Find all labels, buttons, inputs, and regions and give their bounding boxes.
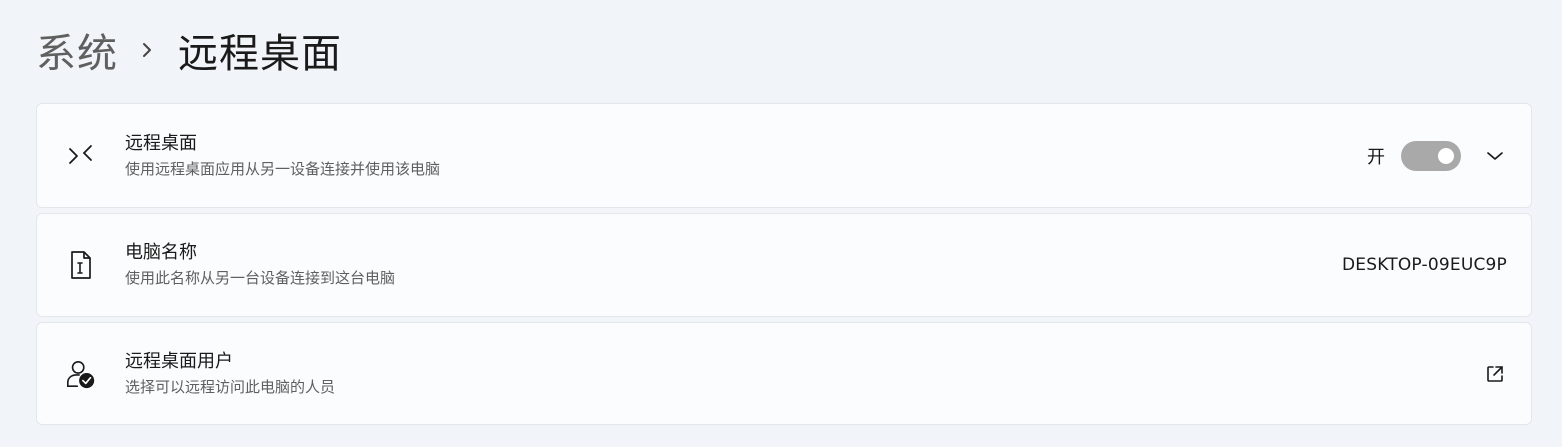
- chevron-right-icon: [140, 40, 154, 60]
- toggle-knob: [1438, 147, 1454, 164]
- remote-users-title: 远程桌面用户: [125, 350, 233, 372]
- pc-name-title: 电脑名称: [125, 242, 197, 263]
- remote-users-subtitle: 选择可以远程访问此电脑的人员: [125, 377, 336, 396]
- remote-desktop-title: 远程桌面: [125, 132, 197, 154]
- user-check-icon: [65, 358, 97, 390]
- remote-users-card[interactable]: 远程桌面用户 选择可以远程访问此电脑的人员: [36, 322, 1532, 425]
- toggle-state-label: 开: [1367, 146, 1385, 168]
- remote-desktop-text: 远程桌面 使用远程桌面应用从另一设备连接并使用该电脑: [125, 132, 440, 180]
- pc-name-text: 电脑名称 使用此名称从另一台设备连接到这台电脑: [125, 241, 395, 289]
- settings-page: 系统 远程桌面 远程桌面 使用远程桌面应用从另一设备连接并使用该电脑 开 电脑名…: [0, 0, 1562, 447]
- open-external-button[interactable]: [1483, 362, 1507, 386]
- remote-desktop-card[interactable]: 远程桌面 使用远程桌面应用从另一设备连接并使用该电脑 开: [36, 103, 1532, 208]
- breadcrumb: 系统 远程桌面: [36, 22, 342, 78]
- remote-desktop-icon: [65, 140, 97, 172]
- remote-users-controls: [1483, 362, 1507, 386]
- page-title: 远程桌面: [178, 31, 342, 77]
- expand-button[interactable]: [1483, 144, 1507, 168]
- open-external-icon: [1487, 365, 1503, 382]
- pc-name-value: DESKTOP-09EUC9P: [1342, 255, 1507, 275]
- pc-name-value-wrap: DESKTOP-09EUC9P: [1342, 255, 1507, 275]
- pc-name-icon: [65, 249, 97, 281]
- chevron-down-icon: [1487, 151, 1503, 160]
- pc-name-subtitle: 使用此名称从另一台设备连接到这台电脑: [125, 269, 396, 287]
- remote-desktop-controls: 开: [1367, 140, 1507, 171]
- breadcrumb-parent[interactable]: 系统: [36, 21, 118, 79]
- remote-desktop-subtitle: 使用远程桌面应用从另一设备连接并使用该电脑: [125, 159, 441, 178]
- remote-users-text: 远程桌面用户 选择可以远程访问此电脑的人员: [125, 350, 335, 398]
- pc-name-card: 电脑名称 使用此名称从另一台设备连接到这台电脑 DESKTOP-09EUC9P: [36, 213, 1532, 317]
- remote-desktop-toggle[interactable]: [1401, 140, 1461, 171]
